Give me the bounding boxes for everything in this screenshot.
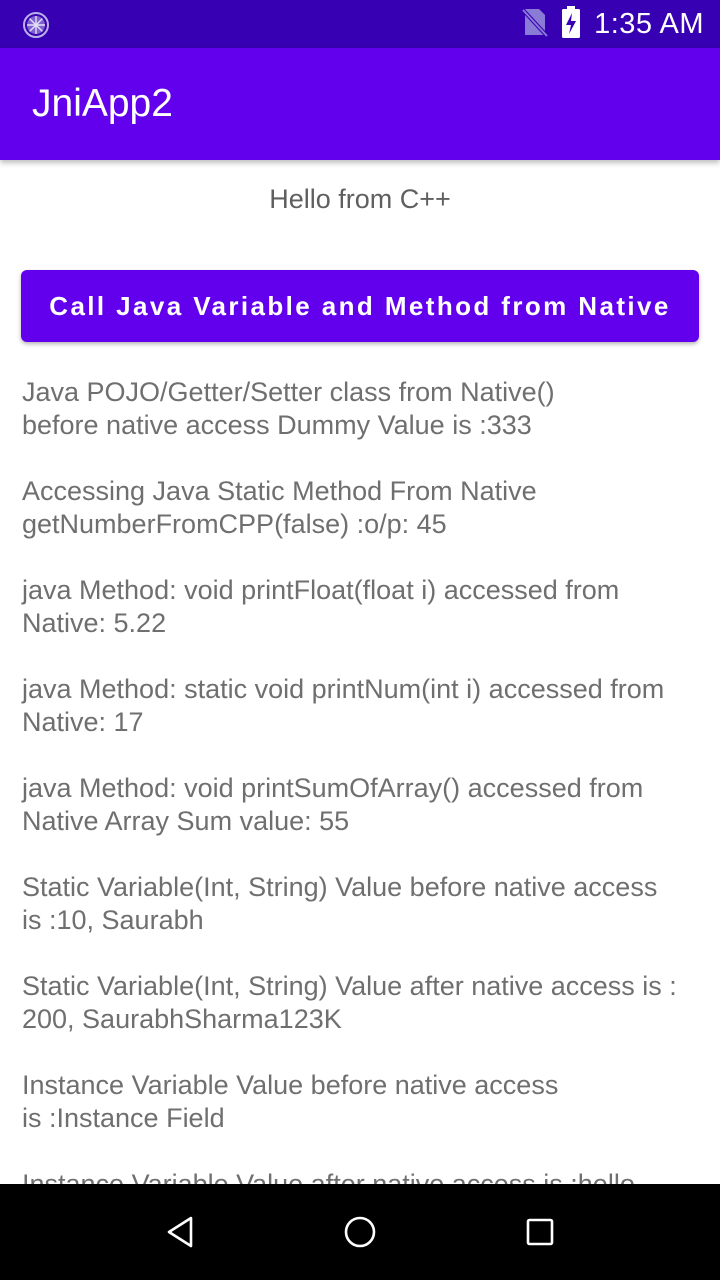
result-item: Accessing Java Static Method From Native…	[22, 476, 537, 539]
result-item: Instance Variable Value before native ac…	[22, 1070, 559, 1133]
status-bar: 1:35 AM	[0, 0, 720, 48]
result-item: java Method: void printFloat(float i) ac…	[22, 575, 620, 638]
app-bar: JniApp2	[0, 48, 720, 160]
no-sim-icon	[521, 7, 549, 42]
sync-icon	[22, 11, 50, 39]
home-icon[interactable]	[336, 1208, 384, 1256]
call-java-button[interactable]: Call Java Variable and Method from Nativ…	[21, 270, 699, 342]
main-content[interactable]: Hello from C++ Call Java Variable and Me…	[0, 160, 720, 1184]
result-item: java Method: void printSumOfArray() acce…	[22, 773, 644, 836]
battery-charging-icon	[562, 5, 581, 43]
back-icon[interactable]	[156, 1208, 204, 1256]
navigation-bar	[0, 1184, 720, 1280]
result-item: Static Variable(Int, String) Value befor…	[22, 872, 658, 935]
results-list: Java POJO/Getter/Setter class from Nativ…	[22, 376, 706, 1184]
hello-text: Hello from C++	[269, 184, 451, 214]
status-time: 1:35 AM	[594, 7, 704, 40]
result-item: Instance Variable Value after native acc…	[22, 1169, 635, 1184]
result-item: Static Variable(Int, String) Value after…	[22, 971, 677, 1034]
app-title: JniApp2	[32, 82, 173, 125]
result-item: Java POJO/Getter/Setter class from Nativ…	[22, 377, 555, 440]
result-item: java Method: static void printNum(int i)…	[22, 674, 665, 737]
recents-icon[interactable]	[516, 1208, 564, 1256]
